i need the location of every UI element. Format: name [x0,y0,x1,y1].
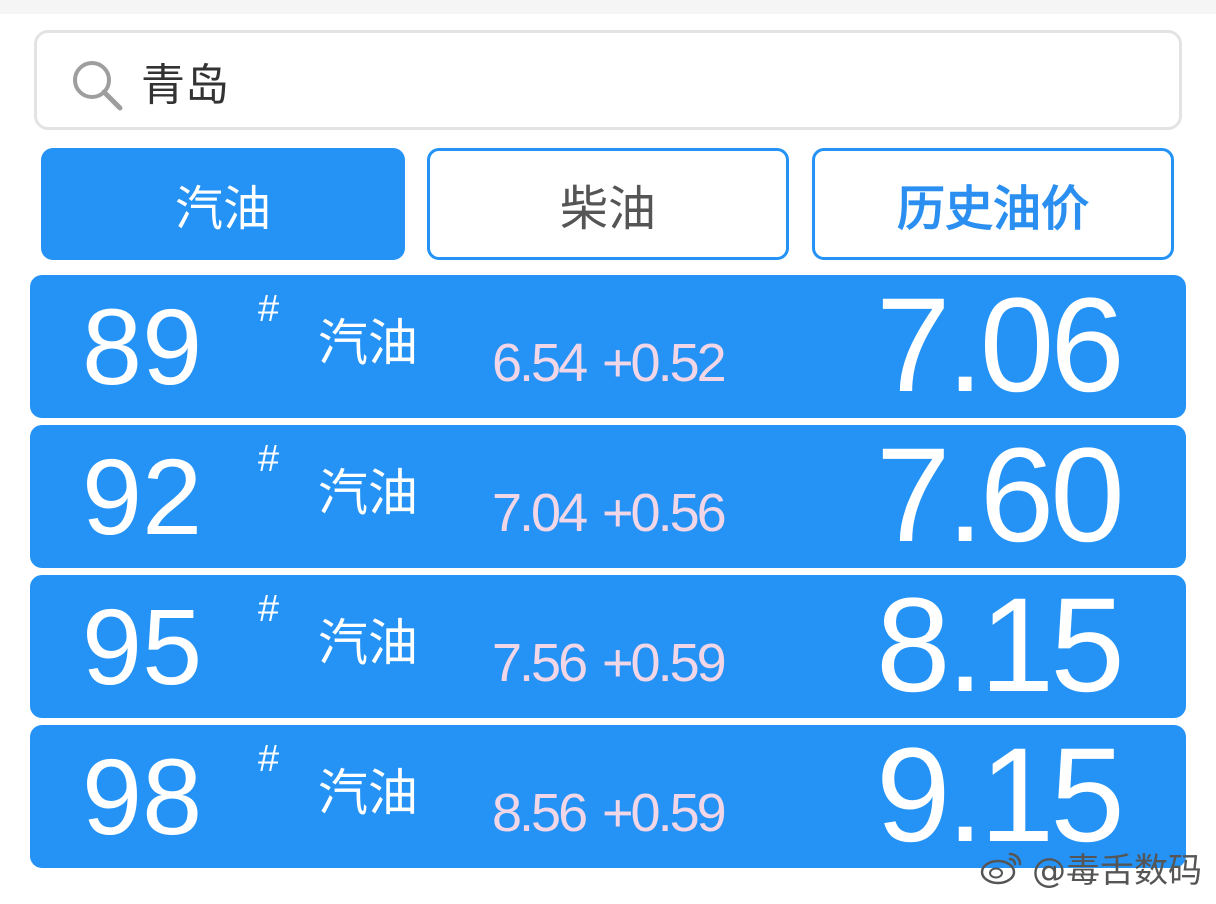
price-change: +0.59 [602,783,727,843]
current-price: 7.06 [876,271,1125,420]
weibo-logo-icon [980,852,1022,884]
fuel-grade: 92 [82,436,203,557]
search-icon [73,61,123,111]
fuel-type: 汽油 [318,314,418,372]
tab-diesel[interactable]: 柴油 [427,148,789,260]
fuel-type: 汽油 [318,464,418,522]
grade-mark: # [258,288,280,330]
price-row-95: 95 # 汽油 7.56 +0.59 8.15 [30,575,1186,718]
old-price: 7.04 [492,483,588,543]
status-strip [0,0,1216,14]
fuel-grade: 98 [82,736,203,857]
fuel-type: 汽油 [318,614,418,672]
search-input[interactable] [141,49,1041,113]
old-price: 6.54 [492,333,588,393]
fuel-grade: 95 [82,586,203,707]
price-change: +0.59 [602,633,727,693]
current-price: 8.15 [876,571,1125,720]
fuel-grade: 89 [82,286,203,407]
price-row-92: 92 # 汽油 7.04 +0.56 7.60 [30,425,1186,568]
search-bar[interactable] [34,30,1182,130]
tab-history-price[interactable]: 历史油价 [812,148,1174,260]
old-price: 8.56 [492,783,588,843]
fuel-type: 汽油 [318,764,418,822]
price-change: +0.56 [602,483,727,543]
old-price: 7.56 [492,633,588,693]
grade-mark: # [258,588,280,630]
grade-mark: # [258,438,280,480]
current-price: 7.60 [876,421,1125,570]
price-row-89: 89 # 汽油 6.54 +0.52 7.06 [30,275,1186,418]
price-change: +0.52 [602,333,727,393]
tab-gasoline[interactable]: 汽油 [41,148,405,260]
grade-mark: # [258,738,280,780]
watermark: @毒舌数码 [980,843,1202,892]
watermark-text: @毒舌数码 [1032,851,1202,891]
